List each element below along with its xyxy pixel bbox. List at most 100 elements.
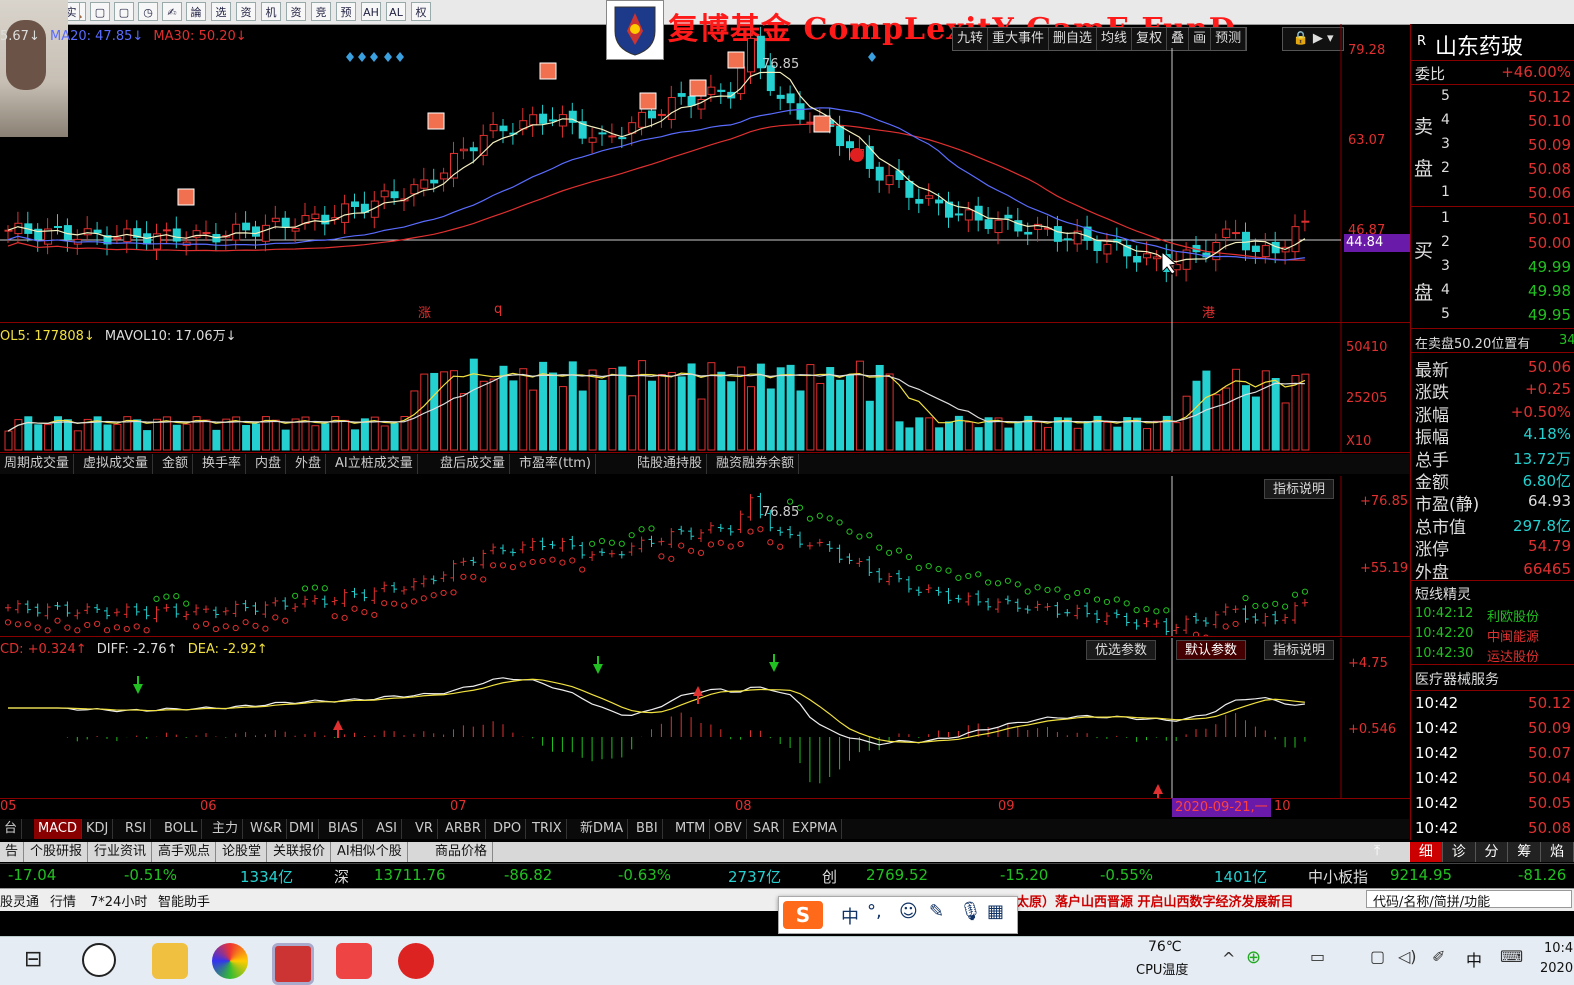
browser-icon[interactable] [212, 943, 248, 979]
tray-chevron-icon[interactable]: ^ [1222, 949, 1235, 968]
toolbar-tool-icon-1[interactable]: ▢ [90, 2, 110, 21]
indicator-tab-11[interactable]: ARBR [441, 819, 486, 839]
indicator-tab-9[interactable]: ASI [372, 819, 402, 839]
trading-app-icon[interactable] [272, 943, 314, 985]
toolbar-button-3[interactable]: 资 [236, 2, 256, 21]
sprite-stock-0[interactable]: 利欧股份 [1487, 606, 1539, 625]
detail-tab-4[interactable]: 焰 [1541, 842, 1574, 862]
volume-chart[interactable] [0, 322, 1410, 452]
vol-tab-10[interactable]: 融资融券余额 [712, 454, 800, 474]
indicator-tab-15[interactable]: BBI [632, 819, 663, 839]
tray-pen-icon[interactable]: ✐ [1432, 947, 1445, 966]
detail-tab-3[interactable]: 筹 [1508, 842, 1542, 862]
indicator-tab-3[interactable]: RSI [121, 819, 152, 839]
kline-chart[interactable]: 76.85 [0, 24, 1410, 322]
code-search-input[interactable]: 代码/名称/简拼/功能 [1366, 890, 1572, 910]
vol-tab-0[interactable]: 周期成交量 [0, 454, 75, 474]
collapse-arrow-icon[interactable]: ⤒ [1374, 843, 1380, 859]
status-item-3[interactable]: 智能助手 [158, 891, 210, 910]
news-ticker[interactable]: 太原）落户山西晋源 开启山西数字经济发展新目 [1016, 891, 1294, 910]
tray-battery-icon[interactable]: ▭ [1310, 947, 1325, 966]
pen-icon[interactable]: ✎ [929, 901, 944, 922]
toolbar-button-9[interactable]: AL [386, 2, 406, 21]
indicator-tab-16[interactable]: MTM [671, 819, 711, 839]
status-item-0[interactable]: 股灵通 [0, 891, 39, 910]
detail-tab-1[interactable]: 诊 [1442, 842, 1476, 862]
news-tab-1[interactable]: 个股研报 [25, 842, 89, 862]
toolbar-tool-icon-2[interactable]: ▢ [114, 2, 134, 21]
indicator-tab-7[interactable]: DMI [285, 819, 320, 839]
toolbar-button-8[interactable]: AH [361, 2, 381, 21]
detail-tab-0[interactable]: 细 [1410, 842, 1443, 862]
vol-tab-5[interactable]: 外盘 [291, 454, 327, 474]
punctuation-icon[interactable]: °, [867, 901, 882, 922]
mic-icon[interactable]: 🎙 [959, 901, 982, 922]
tray-plus-icon[interactable]: ⊕ [1246, 947, 1261, 968]
status-item-1[interactable]: 行情 [50, 891, 76, 910]
kline-pane[interactable]: 5.67↓ MA20: 47.85↓ MA30: 50.20↓ 九转 重大事件 删自… [0, 24, 1412, 323]
detail-tab-2[interactable]: 分 [1475, 842, 1509, 862]
toolbar-button-6[interactable]: 竞 [311, 2, 331, 21]
vol-tab-3[interactable]: 换手率 [198, 454, 247, 474]
indicator-tab-6[interactable]: W&R [246, 819, 288, 839]
status-item-2[interactable]: 7*24小时 [90, 891, 147, 910]
vol-tab-2[interactable]: 金额 [158, 454, 194, 474]
indicator-tab-10[interactable]: VR [411, 819, 438, 839]
indicator1-pane[interactable]: 指标说明 +76.85 +55.19 76.85 [0, 476, 1410, 637]
sprite-stock-1[interactable]: 中闽能源 [1487, 626, 1539, 645]
vol-tab-4[interactable]: 内盘 [251, 454, 287, 474]
task-view-icon[interactable]: ⊟ [24, 947, 42, 972]
indicator1-chart[interactable]: 76.85 [0, 476, 1410, 636]
news-tab-2[interactable]: 行业资讯 [89, 842, 153, 862]
toolbar-button-4[interactable]: 机 [261, 2, 281, 21]
sar-dot [975, 571, 982, 578]
indicator-tab-4[interactable]: BOLL [160, 819, 203, 839]
indicator-tab-2[interactable]: KDJ [82, 819, 114, 839]
news-tab-6[interactable]: AI相似个股 [332, 842, 408, 862]
app-icon-2[interactable] [336, 943, 372, 979]
ime-indicator[interactable]: 中 [1466, 947, 1482, 971]
toolbar-button-10[interactable]: 权 [411, 2, 431, 21]
ime-mode[interactable]: 中 [841, 903, 859, 929]
emoji-icon[interactable]: ☺ [899, 901, 918, 922]
indicator-tab-0[interactable]: 台 [0, 819, 23, 839]
macd-pane[interactable]: CD: +0.324↑ DIFF: -2.76↑ DEA: -2.92↑ 优选参… [0, 638, 1410, 799]
news-tab-3[interactable]: 高手观点 [153, 842, 217, 862]
vol-tab-1[interactable]: 虚拟成交量 [79, 454, 154, 474]
vol-tab-8[interactable]: 市盈率(ttm) [515, 454, 597, 474]
news-tab-5[interactable]: 关联报价 [268, 842, 332, 862]
toolbox-icon[interactable]: ▦ [987, 901, 1004, 922]
vol-tab-7[interactable]: 盘后成交量 [436, 454, 511, 474]
vol-tab-9[interactable]: 陆股通持股 [633, 454, 708, 474]
netease-music-icon[interactable] [398, 943, 434, 979]
indicator-tab-8[interactable]: BIAS [324, 819, 363, 839]
toolbar-button-2[interactable]: 选 [211, 2, 231, 21]
volume-pane[interactable]: OL5: 177808↓ MAVOL10: 17.06万↓ 50410 2520… [0, 322, 1410, 453]
stock-name[interactable]: 山东药玻 [1435, 29, 1523, 61]
indicator-tab-19[interactable]: EXPMA [788, 819, 843, 839]
news-tab-7[interactable]: 商品价格 [430, 842, 494, 862]
tray-display-icon[interactable]: ▢ [1370, 947, 1385, 966]
macd-chart[interactable] [0, 638, 1410, 798]
toolbar-button-1[interactable]: 論 [186, 2, 206, 21]
toolbar-tool-icon-4[interactable]: ✍ [162, 2, 182, 21]
indicator-tab-5[interactable]: 主力 [208, 819, 244, 839]
file-explorer-icon[interactable] [152, 943, 188, 979]
indicator-tab-14[interactable]: 新DMA [576, 819, 629, 839]
indicator-tab-1[interactable]: MACD [34, 819, 82, 839]
indicator-tab-17[interactable]: OBV [710, 819, 747, 839]
indicator-tab-12[interactable]: DPO [489, 819, 527, 839]
toolbar-tool-icon-3[interactable]: ◷ [138, 2, 158, 21]
tray-keyboard-icon[interactable]: ⌨ [1500, 947, 1523, 966]
sprite-stock-2[interactable]: 运达股份 [1487, 646, 1539, 665]
vol-tab-6[interactable]: AI立桩成交量 [331, 454, 418, 474]
app-icon-1[interactable] [82, 943, 116, 977]
toolbar-button-5[interactable]: 资 [286, 2, 306, 21]
toolbar-button-7[interactable]: 预 [336, 2, 356, 21]
news-tab-0[interactable]: 告 [0, 842, 25, 862]
tray-volume-icon[interactable]: ◁) [1398, 947, 1417, 966]
news-tab-4[interactable]: 论股堂 [217, 842, 268, 862]
sogou-logo-icon[interactable]: S [783, 901, 823, 929]
indicator-tab-13[interactable]: TRIX [528, 819, 567, 839]
indicator-tab-18[interactable]: SAR [749, 819, 785, 839]
